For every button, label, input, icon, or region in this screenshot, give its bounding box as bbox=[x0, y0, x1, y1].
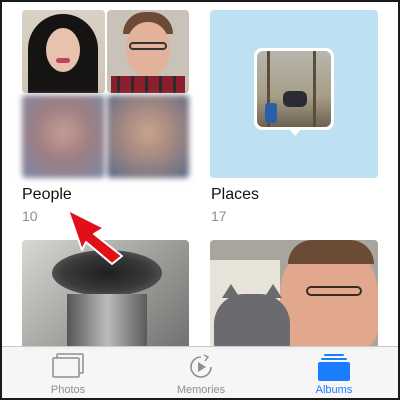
photos-stack-icon bbox=[52, 353, 84, 378]
tab-memories[interactable]: Memories bbox=[160, 347, 242, 399]
tab-albums-label: Albums bbox=[315, 384, 353, 396]
tab-photos[interactable]: Photos bbox=[28, 347, 108, 399]
album-places[interactable]: Places 17 bbox=[200, 0, 400, 230]
tab-photos-label: Photos bbox=[50, 384, 86, 396]
album-selfie-thumbnail[interactable] bbox=[210, 240, 378, 350]
memories-play-icon bbox=[190, 354, 212, 378]
albums-stack-icon bbox=[318, 354, 350, 381]
album-count-people: 10 bbox=[22, 208, 38, 224]
places-map-thumbnail bbox=[210, 10, 378, 178]
album-title-people: People bbox=[22, 186, 72, 203]
people-face-woman bbox=[22, 10, 105, 93]
people-face-man bbox=[107, 10, 189, 93]
tab-memories-label: Memories bbox=[176, 384, 226, 396]
album-people[interactable]: People 10 bbox=[0, 0, 200, 230]
tab-bar: Photos Memories Albums bbox=[2, 346, 398, 398]
album-title-places: Places bbox=[211, 186, 260, 203]
places-photo-pin bbox=[254, 48, 334, 136]
tab-albums[interactable]: Albums bbox=[294, 347, 374, 399]
people-face-blurred-1 bbox=[22, 95, 105, 178]
album-count-places: 17 bbox=[211, 208, 227, 224]
red-arrow-icon bbox=[67, 209, 123, 265]
people-face-blurred-2 bbox=[107, 95, 189, 178]
